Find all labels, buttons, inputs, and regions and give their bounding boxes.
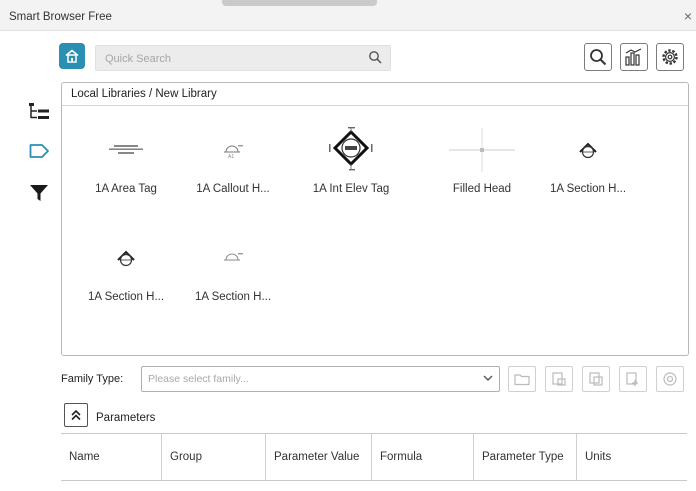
section-head-thumbnail [579,142,597,159]
library-item-label: 1A Callout H... [196,183,270,195]
chart-icon [625,48,642,66]
search-icon [590,49,607,66]
library-item-label: 1A Int Elev Tag [312,183,390,195]
statistics-button[interactable] [620,43,648,71]
family-info-button[interactable] [656,366,684,392]
document-icon [552,372,566,386]
home-icon [65,49,79,63]
home-button[interactable] [59,43,85,69]
callout-head-thumbnail: A1 [224,145,243,160]
breadcrumb: Local Libraries / New Library [62,83,688,106]
add-document-icon [626,372,638,386]
section-head-thumbnail [117,250,135,267]
library-item-label: 1A Section H... [194,291,272,303]
load-family-button[interactable] [545,366,573,392]
table-header-parameter-value[interactable]: Parameter Value [266,434,372,480]
library-item[interactable]: Filled Head [423,125,541,195]
search-icon[interactable] [368,50,383,65]
int-elev-tag-thumbnail [329,127,373,171]
library-item[interactable]: 1A Section H... [67,233,185,303]
library-item[interactable]: 1A Section H... [174,233,292,303]
double-chevron-up-icon [71,409,81,421]
library-item-label: 1A Area Tag [95,183,157,195]
table-header-name[interactable]: Name [61,434,162,480]
info-icon [663,372,677,386]
quick-search-input[interactable] [103,48,357,70]
filled-head-thumbnail [449,128,515,172]
gear-icon [662,49,678,65]
close-icon[interactable]: × [684,8,692,24]
filter-icon[interactable] [29,183,49,203]
parameters-table: Name Group Parameter Value Formula Param… [61,433,687,481]
parameters-title: Parameters [96,412,156,424]
chevron-down-icon[interactable] [482,372,494,384]
quick-search-box[interactable] [95,45,391,71]
family-type-placeholder: Please select family... [148,373,249,385]
library-item-label: Filled Head [452,183,512,195]
svg-text:A1: A1 [228,154,234,160]
table-header-units[interactable]: Units [577,434,687,480]
add-type-button[interactable] [619,366,647,392]
library-item-label: 1A Section H... [87,291,165,303]
family-type-select[interactable]: Please select family... [141,366,500,392]
copy-icon [589,372,603,386]
table-header-group[interactable]: Group [162,434,266,480]
area-tag-thumbnail [109,145,143,154]
family-type-label: Family Type: [61,373,124,385]
breadcrumb-text[interactable]: Local Libraries / New Library [71,88,217,100]
folder-icon [514,374,530,386]
library-item[interactable]: A1 1A Callout H... [174,125,292,195]
section-head-thumbnail [224,253,243,261]
collapse-parameters-button[interactable] [64,403,88,427]
tree-view-icon[interactable] [29,103,51,121]
tag-icon[interactable] [29,143,51,159]
library-item-label: 1A Section H... [549,183,627,195]
table-header-formula[interactable]: Formula [372,434,474,480]
library-panel: Local Libraries / New Library 1A Area Ta… [61,82,689,356]
library-item[interactable]: 1A Int Elev Tag [292,125,410,195]
table-header-parameter-type[interactable]: Parameter Type [474,434,577,480]
title-bar: Smart Browser Free × [0,0,696,31]
library-item[interactable]: 1A Section H... [529,125,647,195]
top-edge-artifact [222,0,377,6]
settings-button[interactable] [656,43,684,71]
open-folder-button[interactable] [508,366,536,392]
advanced-search-button[interactable] [584,43,612,71]
duplicate-button[interactable] [582,366,610,392]
library-item[interactable]: 1A Area Tag [67,125,185,195]
window-title: Smart Browser Free [9,11,112,23]
